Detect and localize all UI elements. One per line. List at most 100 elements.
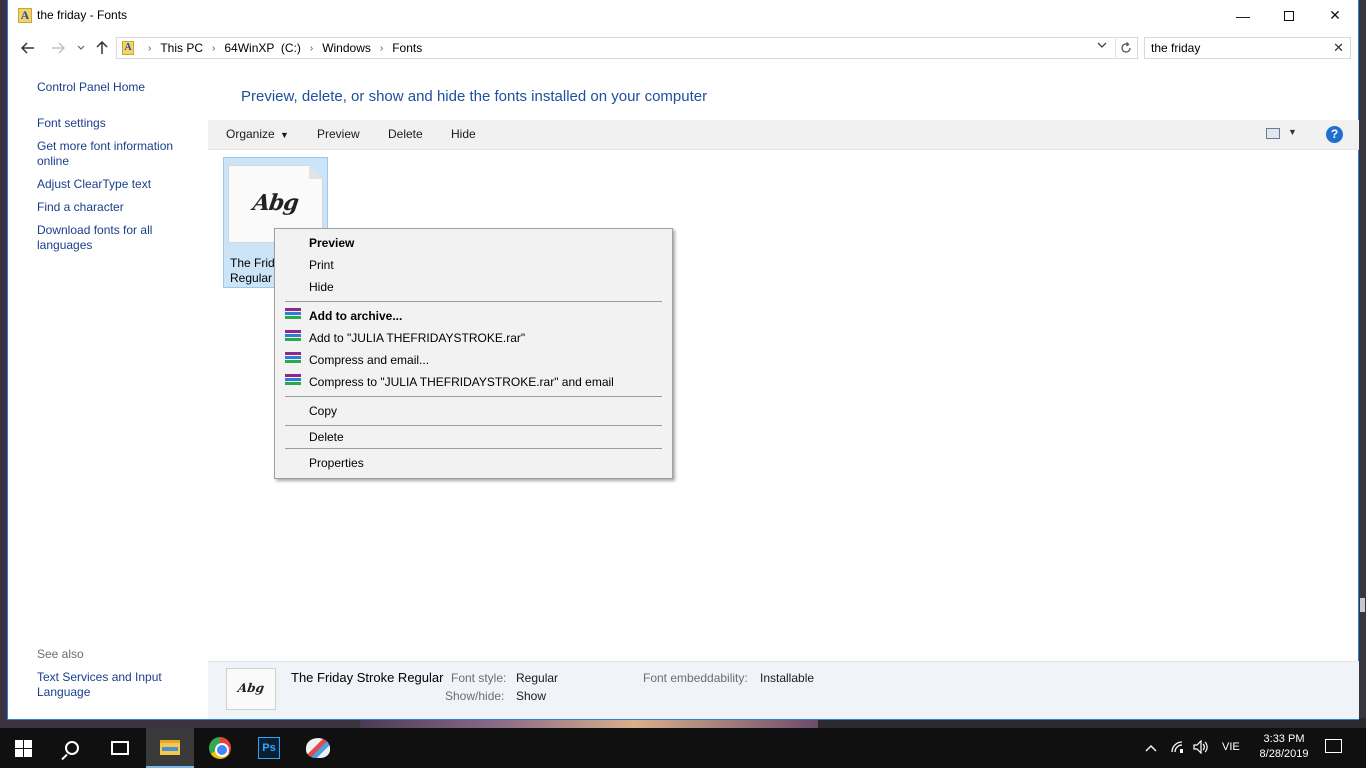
taskbar-search-button[interactable] xyxy=(48,728,96,768)
menu-separator xyxy=(285,301,662,302)
back-button[interactable] xyxy=(18,39,38,57)
breadcrumb: › This PC › 64WinXP (C:) › Windows › Fon… xyxy=(139,41,422,55)
details-font-name: The Friday Stroke Regular xyxy=(291,670,444,685)
menu-item-preview[interactable]: Preview xyxy=(309,236,354,250)
search-input[interactable]: the friday ✕ xyxy=(1144,37,1351,59)
control-panel-home-link[interactable]: Control Panel Home xyxy=(37,80,197,95)
taskbar-file-explorer[interactable] xyxy=(146,728,194,768)
taskbar: Ps VIE 3:33 PM 8/28/2019 xyxy=(0,728,1366,768)
menu-item-print[interactable]: Print xyxy=(309,258,334,272)
caret-down-icon[interactable]: ▼ xyxy=(1288,127,1297,137)
taskbar-chrome[interactable] xyxy=(196,728,244,768)
arrow-up-icon xyxy=(96,41,108,54)
winrar-icon xyxy=(285,374,301,389)
delete-button[interactable]: Delete xyxy=(388,127,423,141)
scrollbar-thumb[interactable] xyxy=(1360,598,1365,612)
view-icon[interactable] xyxy=(1266,128,1280,139)
menu-item-hide[interactable]: Hide xyxy=(309,280,334,294)
crumb-fonts[interactable]: Fonts xyxy=(392,41,422,55)
details-pane: Abg The Friday Stroke Regular Font style… xyxy=(208,661,1359,719)
page-title: Preview, delete, or show and hide the fo… xyxy=(241,88,708,105)
fonts-window: A the friday - Fonts — ✕ A › This PC › 6… xyxy=(7,0,1365,720)
minimize-button[interactable]: — xyxy=(1220,0,1266,31)
menu-item-properties[interactable]: Properties xyxy=(309,456,364,470)
title-bar[interactable]: A the friday - Fonts — ✕ xyxy=(8,0,1358,31)
winrar-icon xyxy=(285,352,301,367)
menu-item-copy[interactable]: Copy xyxy=(309,404,337,418)
maximize-button[interactable] xyxy=(1266,0,1312,31)
network-icon[interactable] xyxy=(1170,740,1186,757)
show-hidden-icons-icon[interactable] xyxy=(1145,740,1157,755)
forward-button[interactable] xyxy=(48,39,68,57)
download-fonts-link[interactable]: Download fonts for all languages xyxy=(37,223,167,253)
organize-button[interactable]: Organize ▼ xyxy=(226,127,289,141)
file-explorer-icon xyxy=(160,739,180,755)
chevron-right-icon[interactable]: › xyxy=(310,43,313,54)
context-menu: Preview Print Hide Add to archive... Add… xyxy=(274,228,673,479)
search-icon xyxy=(65,741,79,755)
task-view-button[interactable] xyxy=(96,728,144,768)
address-history-button[interactable] xyxy=(1093,40,1111,56)
crumb-this-pc[interactable]: This PC xyxy=(160,41,203,55)
task-view-icon xyxy=(111,741,129,755)
maximize-icon xyxy=(1284,10,1294,21)
menu-item-compress-to-rar-and-email[interactable]: Compress to "JULIA THEFRIDAYSTROKE.rar" … xyxy=(309,375,614,389)
paint-icon xyxy=(306,738,330,758)
chevron-right-icon[interactable]: › xyxy=(380,43,383,54)
taskbar-photoshop[interactable]: Ps xyxy=(245,728,293,768)
arrow-right-icon xyxy=(52,42,65,54)
taskbar-paint[interactable] xyxy=(294,728,342,768)
search-query: the friday xyxy=(1151,41,1201,55)
left-task-pane: Control Panel Home Font settings Get mor… xyxy=(8,65,208,720)
winrar-icon xyxy=(285,308,301,323)
preview-button[interactable]: Preview xyxy=(317,127,360,141)
page-fold xyxy=(309,165,323,179)
clock[interactable]: 3:33 PM 8/28/2019 xyxy=(1252,732,1316,762)
input-language-indicator[interactable]: VIE xyxy=(1222,741,1240,753)
window-title: the friday - Fonts xyxy=(37,8,128,22)
command-bar: Organize ▼ Preview Delete Hide ▼ ? xyxy=(208,120,1359,150)
menu-separator xyxy=(285,396,662,397)
address-bar[interactable]: A › This PC › 64WinXP (C:) › Windows › F… xyxy=(116,37,1138,59)
up-button[interactable] xyxy=(92,39,112,57)
chevron-down-icon xyxy=(1097,42,1107,48)
menu-separator xyxy=(285,448,662,449)
embeddability-label: Font embeddability: xyxy=(643,671,748,685)
text-services-link[interactable]: Text Services and Input Language xyxy=(37,670,167,700)
close-button[interactable]: ✕ xyxy=(1312,0,1358,31)
hide-button[interactable]: Hide xyxy=(451,127,476,141)
font-style-label: Font style: xyxy=(451,671,507,685)
help-icon[interactable]: ? xyxy=(1326,126,1343,143)
menu-item-add-to-archive[interactable]: Add to archive... xyxy=(309,309,402,323)
crumb-drive[interactable]: 64WinXP (C:) xyxy=(224,41,300,55)
font-settings-link[interactable]: Font settings xyxy=(37,116,197,131)
refresh-icon xyxy=(1120,42,1131,53)
windows-start-icon[interactable] xyxy=(15,740,32,757)
find-character-link[interactable]: Find a character xyxy=(37,200,197,215)
winrar-icon xyxy=(285,330,301,345)
adjust-cleartype-link[interactable]: Adjust ClearType text xyxy=(37,177,197,192)
showhide-label: Show/hide: xyxy=(445,689,505,703)
caret-down-icon: ▼ xyxy=(280,130,289,140)
recent-locations-button[interactable] xyxy=(71,39,91,57)
action-center-icon[interactable] xyxy=(1325,739,1342,753)
refresh-button[interactable] xyxy=(1115,39,1135,57)
menu-item-compress-and-email[interactable]: Compress and email... xyxy=(309,353,429,367)
chevron-right-icon[interactable]: › xyxy=(212,43,215,54)
photoshop-icon: Ps xyxy=(258,737,280,759)
menu-item-add-to-rar[interactable]: Add to "JULIA THEFRIDAYSTROKE.rar" xyxy=(309,331,525,345)
fonts-folder-icon: A xyxy=(122,41,134,55)
get-more-font-info-link[interactable]: Get more font information online xyxy=(37,139,187,169)
clear-search-icon[interactable]: ✕ xyxy=(1333,40,1344,56)
showhide-value: Show xyxy=(516,689,547,703)
menu-item-delete[interactable]: Delete xyxy=(309,430,344,444)
clock-time: 3:33 PM xyxy=(1263,733,1305,745)
crumb-windows[interactable]: Windows xyxy=(322,41,371,55)
fonts-folder-icon: A xyxy=(18,8,32,23)
arrow-left-icon xyxy=(21,42,34,54)
volume-icon[interactable] xyxy=(1193,739,1209,757)
chevron-right-icon[interactable]: › xyxy=(148,43,151,54)
clock-date: 8/28/2019 xyxy=(1259,748,1309,760)
font-style-value: Regular xyxy=(516,671,559,685)
font-sample-glyphs: Abg xyxy=(251,190,300,216)
